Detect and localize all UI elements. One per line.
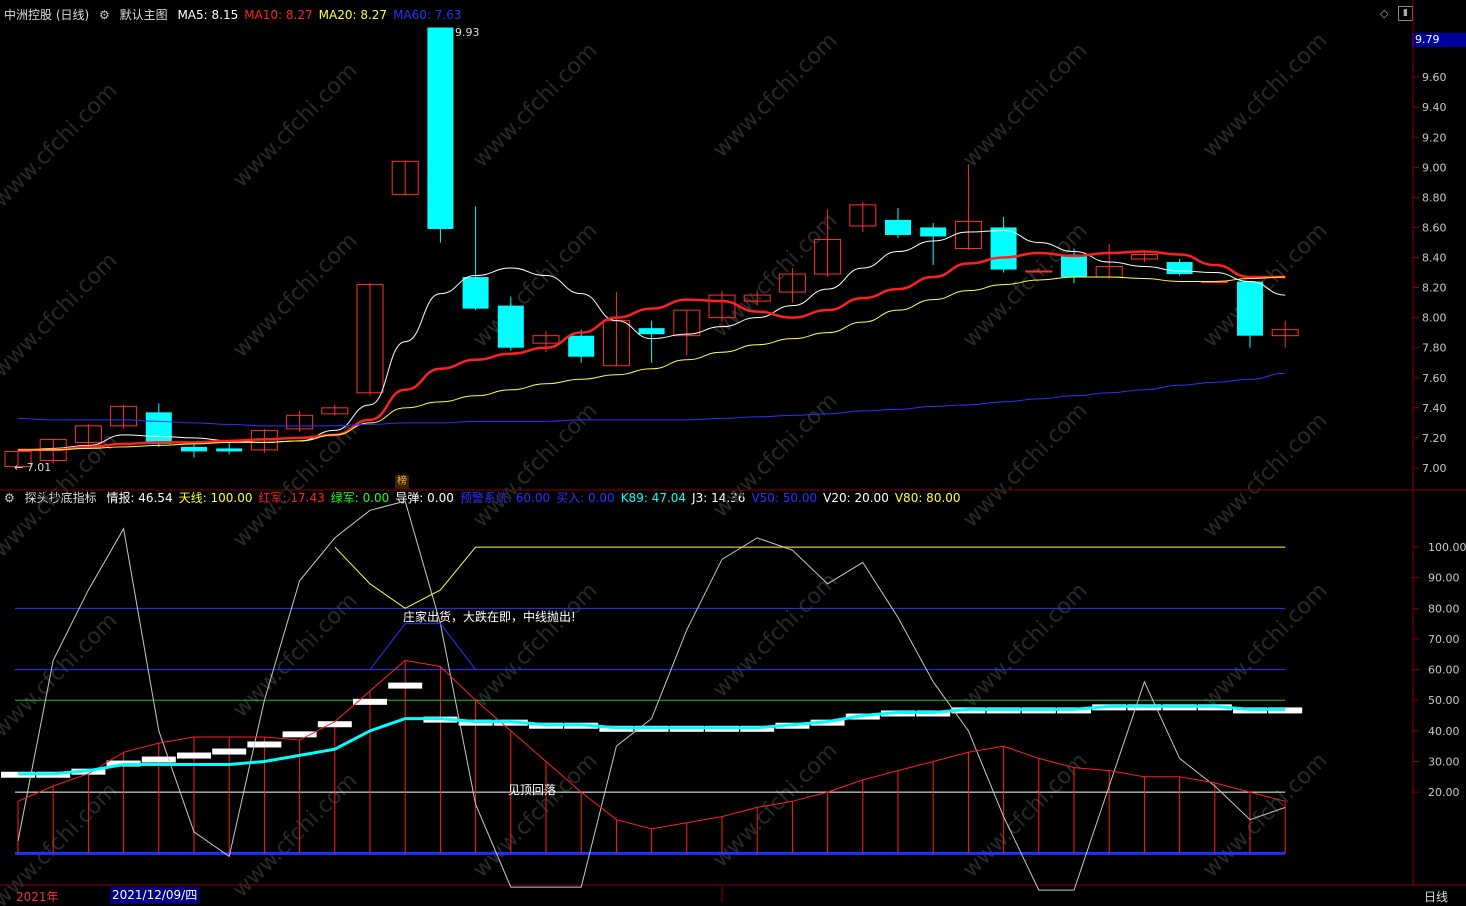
indicator-axis-label: 100.00 — [1428, 541, 1466, 554]
chart-canvas[interactable]: www.cfchi.com www.cfchi.com www.cfchi.com w… — [0, 0, 1466, 906]
watermark-text: www.cfchi.com — [0, 78, 123, 212]
candle-body-down — [885, 219, 911, 235]
year-label: 2021年 — [16, 890, 59, 904]
watermark-text: www.cfchi.com — [1198, 748, 1332, 882]
candle-body-down — [1237, 281, 1263, 336]
ma-line-ma60 — [17, 372, 1286, 427]
candle-body-up — [1025, 270, 1053, 273]
watermark-text: www.cfchi.com — [708, 28, 842, 162]
watermark-text: www.cfchi.com — [708, 208, 842, 342]
candle-body-down — [568, 335, 595, 357]
candle-body-down — [1061, 254, 1087, 278]
signal-block — [388, 682, 423, 689]
candle-body-down — [990, 227, 1017, 270]
candle-body-down — [1166, 262, 1193, 275]
watermark-text: www.cfchi.com — [468, 748, 602, 882]
low-price-label: ← 7.01 — [14, 461, 52, 474]
price-axis-label: 7.20 — [1422, 432, 1447, 445]
price-axis-label: 9.40 — [1422, 101, 1447, 114]
time-axis-bar: 2021年 2021/12/09/四 日线 — [0, 886, 1466, 906]
price-axis-label: 7.00 — [1422, 462, 1447, 475]
price-axis-label: 7.80 — [1422, 342, 1447, 355]
candle-body-down — [462, 277, 489, 309]
price-axis-label: 7.60 — [1422, 372, 1447, 385]
bang-badge[interactable]: 榜 — [395, 475, 409, 489]
watermark-text: www.cfchi.com — [1198, 408, 1332, 542]
indicator-line-预警系统 — [369, 623, 476, 670]
watermark-text: www.cfchi.com — [1198, 28, 1332, 162]
watermark-text: www.cfchi.com — [958, 38, 1092, 172]
ma-line-ma20 — [17, 276, 1286, 451]
signal-block — [177, 752, 211, 759]
watermark-text: www.cfchi.com — [708, 388, 842, 522]
indicator-axis-label: 80.00 — [1428, 602, 1460, 615]
signal-block — [247, 741, 282, 748]
candle-body-down — [427, 27, 454, 229]
indicator-axis-label: 40.00 — [1428, 725, 1460, 738]
price-axis-label: 8.40 — [1422, 252, 1447, 265]
watermark-text: www.cfchi.com — [468, 578, 602, 712]
candle-body-down — [181, 446, 207, 452]
watermark-text: www.cfchi.com — [0, 608, 123, 742]
indicator-axis-label: 20.00 — [1428, 786, 1460, 799]
date-cursor-label: 2021/12/09/四 — [110, 887, 200, 904]
watermark-text: www.cfchi.com — [708, 568, 842, 702]
period-label[interactable]: 日线 — [1424, 888, 1448, 905]
watermark-text: www.cfchi.com — [0, 248, 123, 382]
candle-body-down — [497, 305, 524, 348]
watermark-text: www.cfchi.com — [958, 218, 1092, 352]
price-axis-label: 8.60 — [1422, 221, 1447, 234]
watermark-text: www.cfchi.com — [228, 58, 362, 192]
watermark-text: www.cfchi.com — [1198, 578, 1332, 712]
watermark-text: www.cfchi.com — [958, 398, 1092, 532]
watermark-text: www.cfchi.com — [228, 768, 362, 902]
signal-block — [141, 756, 176, 763]
indicator-axis-label: 30.00 — [1428, 755, 1460, 768]
indicator-axis-label: 90.00 — [1428, 572, 1460, 585]
signal-block — [212, 748, 247, 755]
indicator-line-红军 — [17, 659, 1286, 830]
watermark-text: www.cfchi.com — [958, 578, 1092, 712]
watermark-text: www.cfchi.com — [1198, 218, 1332, 352]
price-axis-label: 9.20 — [1422, 131, 1447, 144]
low-price-value: 7.01 — [26, 461, 52, 474]
annotation-bottom: 见顶回落 — [508, 783, 557, 797]
high-price-label: 9.93 — [455, 26, 480, 39]
annotation-top: 庄家出货，大跌在即，中线抛出! — [403, 610, 576, 624]
candle-body-down — [920, 227, 947, 237]
watermark-text: www.cfchi.com — [228, 228, 362, 362]
price-axis-label: 8.80 — [1422, 191, 1447, 204]
indicator-axis-label: 60.00 — [1428, 664, 1460, 677]
indicator-axis-label: 70.00 — [1428, 633, 1460, 646]
price-axis-label: 7.40 — [1422, 402, 1447, 415]
price-axis-label: 9.60 — [1422, 71, 1447, 84]
indicator-line-K89 — [18, 704, 1286, 776]
price-axis-label: 8.20 — [1422, 282, 1447, 295]
watermark-text: www.cfchi.com — [468, 38, 602, 172]
price-axis-label: 8.00 — [1422, 312, 1447, 325]
candle-body-down — [638, 328, 665, 335]
indicator-axis-label: 50.00 — [1428, 694, 1460, 707]
watermark-text: www.cfchi.com — [468, 398, 602, 532]
price-axis-label: 9.00 — [1422, 161, 1447, 174]
candle-body-down — [216, 448, 243, 452]
candle-body-down — [145, 412, 172, 444]
